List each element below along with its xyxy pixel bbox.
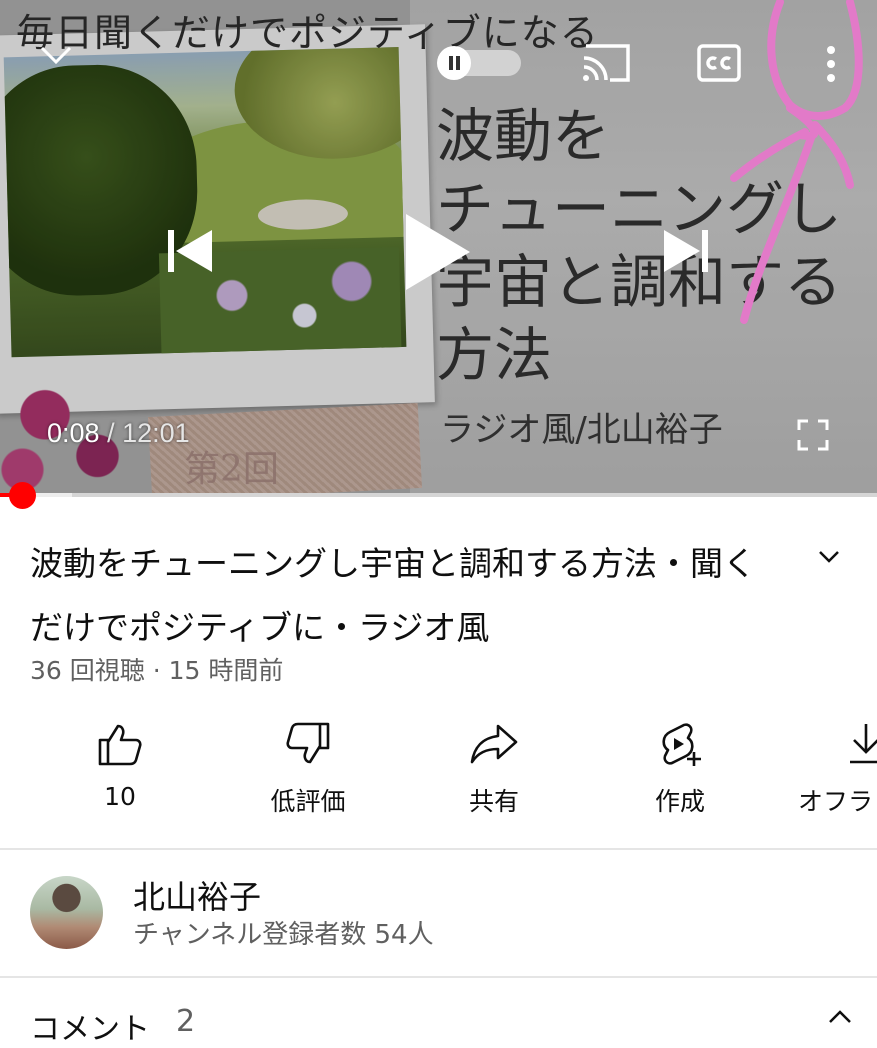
video-title[interactable]: 波動をチューニングし宇宙と調和する方法・聞くだけでポジティブに・ラジオ風 [30,532,770,660]
chevron-down-icon[interactable] [812,542,846,572]
skip-previous-icon[interactable] [164,224,214,278]
cast-icon[interactable] [580,42,632,84]
like-count: 10 [104,782,136,811]
thumb-down-icon [286,722,330,764]
cc-icon[interactable] [697,44,741,82]
video-meta: 36 回視聴 · 15 時間前 [30,656,284,685]
thumbnail-title-line: 宇宙と調和する [436,248,843,316]
divider [0,848,877,850]
time-separator: / [99,418,123,448]
comments-count: 2 [176,1004,196,1039]
video-player[interactable]: 毎日聞くだけでポジティブになる 波動を チューニングし 宇宙と調和する 方法 ラ… [0,0,877,497]
like-button[interactable]: 10 [60,720,180,811]
thumbnail-title: 波動を チューニングし 宇宙と調和する 方法 [436,100,876,392]
fullscreen-icon[interactable] [796,418,830,452]
thumbnail-title-line: 波動を [436,102,611,170]
create-button[interactable]: 作成 [620,720,740,818]
subscriber-count: チャンネル登録者数 54人 [133,920,434,950]
chevron-up-icon[interactable] [824,1006,856,1028]
current-time: 0:08 [47,418,100,448]
download-label: オフラ [798,787,874,816]
create-icon [662,723,701,766]
thumbnail-title-line: 方法 [436,321,553,389]
share-label: 共有 [468,787,519,816]
pause-icon [437,46,471,80]
divider [0,976,877,978]
action-bar: 10 低評価 共有 作成 オフラ [0,720,877,830]
scrubber-layer [0,482,877,509]
thumb-up-icon [98,724,142,766]
more-vert-icon[interactable] [818,42,844,86]
dislike-button[interactable]: 低評価 [248,720,368,818]
episode-label: 第2回 [184,449,279,490]
scrubber-handle[interactable] [8,482,36,509]
time-display: 0:08 / 12:01 [47,418,190,449]
download-button[interactable]: オフラ [790,720,877,818]
create-label: 作成 [654,787,705,816]
avatar[interactable] [30,876,103,949]
share-button[interactable]: 共有 [434,720,554,818]
channel-name[interactable]: 北山裕子 [133,872,261,918]
thumbnail-title-line: チューニングし [436,175,843,243]
thumbnail-credit: ラジオ風/北山裕子 [440,410,723,450]
dislike-label: 低評価 [270,787,346,816]
autoplay-toggle[interactable] [437,46,523,80]
play-icon[interactable] [400,210,474,294]
download-icon [850,724,877,764]
duration: 12:01 [122,418,190,448]
comments-label[interactable]: コメント [30,1004,150,1048]
share-icon [470,724,518,764]
skip-next-icon[interactable] [662,224,712,278]
chevron-down-icon[interactable] [36,40,76,70]
